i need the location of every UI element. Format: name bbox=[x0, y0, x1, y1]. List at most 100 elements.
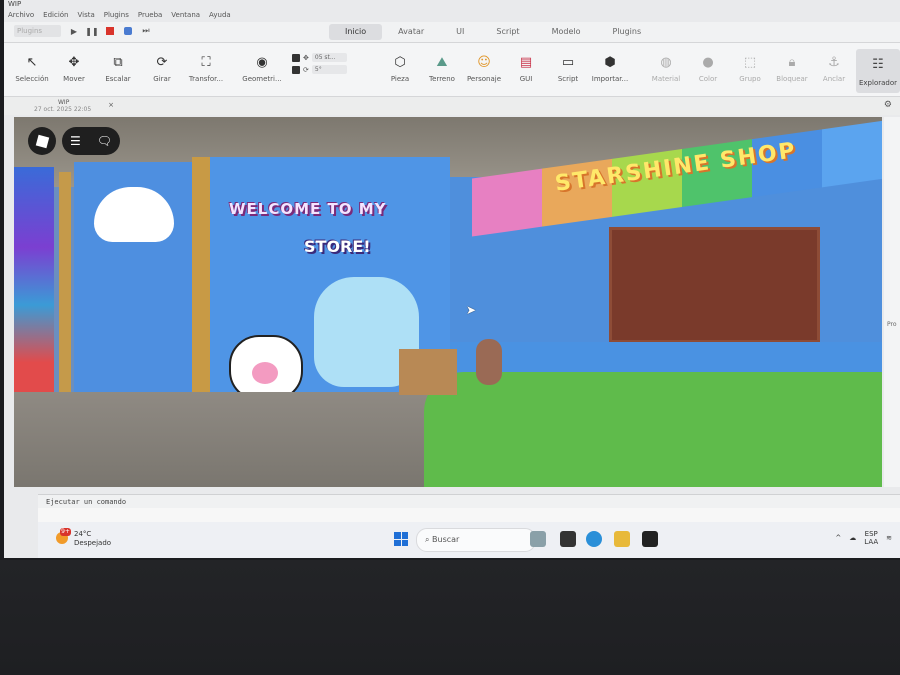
ribbon: ↖ Selección ✥ Mover ⧉ Escalar ⟳ Girar ⛶ Trans… bbox=[4, 43, 900, 97]
scene-store-text: STORE! bbox=[304, 237, 371, 256]
tool-transform[interactable]: ⛶ Transfor... bbox=[184, 49, 228, 84]
scene-welcome-text: WELCOME TO MY bbox=[229, 200, 387, 218]
menu-ayuda[interactable]: Ayuda bbox=[209, 9, 231, 22]
import-button[interactable]: ⬢ Importar... bbox=[588, 49, 632, 84]
system-tray: ^ ☁ ESP LAA ≋ bbox=[835, 530, 892, 546]
tab-avatar[interactable]: Avatar bbox=[382, 24, 440, 40]
material-button[interactable]: ◍ Material bbox=[644, 49, 688, 84]
notification-badge: 9+ bbox=[60, 528, 71, 536]
lock-icon: 🔒︎ bbox=[788, 54, 796, 70]
tool-geometry[interactable]: ◉ Geometri... bbox=[240, 49, 284, 84]
hud-pill: ☰ 🗨︎ bbox=[62, 127, 120, 155]
chevron-up-icon[interactable]: ^ bbox=[835, 534, 841, 542]
explorer-button[interactable]: ☷ Explorador bbox=[856, 49, 900, 93]
tool-rotate[interactable]: ⟳ Girar bbox=[140, 49, 184, 84]
tab-ui[interactable]: UI bbox=[440, 24, 480, 40]
studio-window: WIP Archivo Edición Vista Plugins Prueba… bbox=[4, 0, 900, 558]
move-icon: ✥ bbox=[68, 54, 80, 70]
menu-archivo[interactable]: Archivo bbox=[8, 9, 34, 22]
document-tab-name: WIP bbox=[58, 99, 70, 106]
insert-part[interactable]: ⬡ Pieza bbox=[378, 49, 422, 84]
properties-tab[interactable]: Pro bbox=[887, 321, 897, 328]
tool-scale[interactable]: ⧉ Escalar bbox=[96, 49, 140, 84]
insert-character[interactable]: ☺ Personaje bbox=[462, 49, 506, 84]
snap-settings: ✥ 05 st... ⟳ 5° bbox=[292, 53, 347, 77]
snap-rotate-checkbox[interactable] bbox=[292, 65, 300, 74]
mouse-cursor-icon: ➤ bbox=[466, 303, 477, 317]
chat-icon[interactable]: 🗨︎ bbox=[97, 134, 112, 148]
tool-select[interactable]: ↖ Selección bbox=[10, 49, 54, 84]
quick-selector[interactable]: Plugins bbox=[14, 25, 61, 37]
menu-edicion[interactable]: Edición bbox=[43, 9, 68, 22]
tool-move[interactable]: ✥ Mover bbox=[52, 49, 96, 84]
roblox-logo-icon[interactable] bbox=[28, 127, 56, 155]
roblox-studio-icon[interactable] bbox=[642, 531, 658, 547]
quick-toolbar: Plugins ▶ ❚❚ ⏭ bbox=[14, 25, 151, 37]
character-icon: ☺ bbox=[477, 54, 491, 70]
explorer-icon: ☷ bbox=[872, 57, 884, 72]
output-area bbox=[38, 508, 900, 522]
file-explorer-icon[interactable] bbox=[614, 531, 630, 547]
menu-vista[interactable]: Vista bbox=[78, 9, 95, 22]
menu-bar: Archivo Edición Vista Plugins Prueba Ven… bbox=[4, 9, 900, 22]
3d-viewport[interactable]: WELCOME TO MY STORE! STARSHINE SHOP ☰ 🗨︎… bbox=[14, 117, 882, 487]
script-icon: ▭ bbox=[561, 54, 575, 70]
document-tab-wip[interactable]: WIP 27 oct. 2025 22:05 × bbox=[24, 99, 114, 113]
scene-rainbow-wall bbox=[14, 167, 54, 397]
stop-icon[interactable] bbox=[105, 26, 115, 36]
scene-cardboard-box[interactable] bbox=[399, 349, 457, 395]
document-tabs: WIP 27 oct. 2025 22:05 × ⚙ bbox=[4, 97, 900, 115]
pause-icon[interactable]: ❚❚ bbox=[85, 26, 98, 36]
language-indicator[interactable]: ESP LAA bbox=[864, 530, 878, 546]
menu-prueba[interactable]: Prueba bbox=[138, 9, 162, 22]
snap-move-checkbox[interactable] bbox=[292, 53, 300, 62]
tab-inicio[interactable]: Inicio bbox=[329, 24, 383, 40]
insert-gui[interactable]: ▤ GUI bbox=[504, 49, 548, 84]
command-bar[interactable]: Ejecutar un comando bbox=[38, 494, 900, 509]
geometry-icon: ◉ bbox=[256, 54, 268, 70]
menu-icon[interactable]: ☰ bbox=[70, 134, 81, 148]
anchor-icon: ⚓︎ bbox=[828, 54, 840, 70]
wifi-icon[interactable]: ≋ bbox=[886, 534, 892, 542]
settings-toggle-icon[interactable] bbox=[123, 26, 133, 36]
menu-plugins[interactable]: Plugins bbox=[104, 9, 129, 22]
move-snap-input[interactable]: 05 st... bbox=[311, 53, 347, 62]
rotate-snap-icon: ⟳ bbox=[303, 65, 309, 74]
cloud-icon[interactable]: ☁ bbox=[849, 534, 856, 542]
lock-button[interactable]: 🔒︎ Bloquear bbox=[770, 49, 814, 84]
rotate-icon: ⟳ bbox=[156, 54, 168, 70]
close-icon[interactable]: × bbox=[108, 102, 114, 109]
scene-pillar bbox=[192, 157, 210, 417]
taskbar-search[interactable]: ⌕ Buscar bbox=[416, 528, 536, 552]
task-view-icon[interactable] bbox=[560, 531, 576, 547]
skip-icon[interactable]: ⏭ bbox=[141, 26, 151, 36]
menu-ventana[interactable]: Ventana bbox=[171, 9, 200, 22]
move-snap-icon: ✥ bbox=[303, 53, 309, 62]
gui-icon: ▤ bbox=[519, 54, 533, 70]
terrain-icon: ⛰ bbox=[436, 54, 448, 70]
play-icon[interactable]: ▶ bbox=[69, 26, 79, 36]
windows-start-icon[interactable] bbox=[394, 532, 408, 546]
edge-browser-icon[interactable] bbox=[586, 531, 602, 547]
rotate-snap-input[interactable]: 5° bbox=[311, 65, 347, 74]
tab-modelo[interactable]: Modelo bbox=[536, 24, 597, 40]
scene-pillar bbox=[59, 172, 71, 422]
weather-widget[interactable]: 9+ 24°C Despejado bbox=[56, 528, 111, 548]
scale-icon: ⧉ bbox=[113, 54, 123, 70]
color-button[interactable]: ● Color bbox=[686, 49, 730, 84]
game-hud: ☰ 🗨︎ bbox=[28, 127, 120, 155]
properties-panel: Pro bbox=[884, 117, 900, 487]
group-icon: ⬚ bbox=[743, 54, 757, 70]
gear-icon[interactable]: ⚙ bbox=[884, 100, 892, 110]
insert-script[interactable]: ▭ Script bbox=[546, 49, 590, 84]
group-button[interactable]: ⬚ Grupo bbox=[728, 49, 772, 84]
scene-teddy-bear[interactable] bbox=[476, 339, 502, 385]
cursor-icon: ↖ bbox=[26, 54, 38, 70]
part-icon: ⬡ bbox=[394, 54, 406, 70]
tab-plugins[interactable]: Plugins bbox=[596, 24, 657, 40]
tab-script[interactable]: Script bbox=[480, 24, 535, 40]
insert-terrain[interactable]: ⛰ Terreno bbox=[420, 49, 464, 84]
document-tab-date: 27 oct. 2025 22:05 bbox=[34, 106, 92, 113]
anchor-button[interactable]: ⚓︎ Anclar bbox=[812, 49, 856, 84]
fox-app-icon[interactable] bbox=[530, 531, 546, 547]
